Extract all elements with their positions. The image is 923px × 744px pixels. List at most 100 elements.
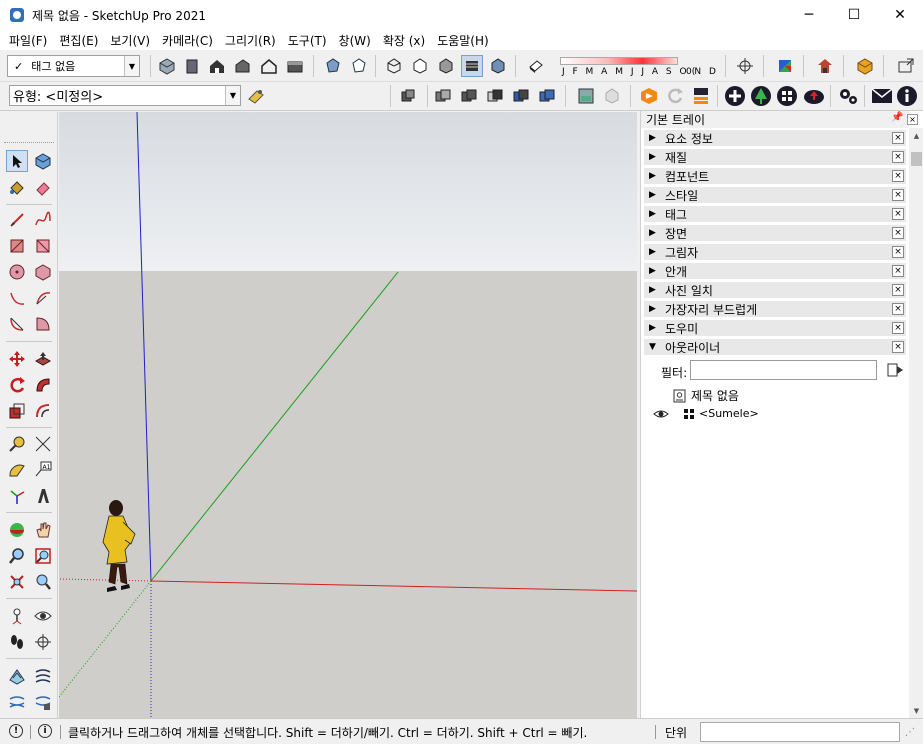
shaded-icon[interactable] bbox=[435, 55, 457, 77]
outer-shell-icon[interactable] bbox=[397, 85, 419, 107]
dimension-tool-icon[interactable] bbox=[32, 433, 54, 455]
send-to-layout-icon[interactable] bbox=[895, 55, 917, 77]
panel-entity-info[interactable]: ▶ 요소 정보 × bbox=[643, 129, 907, 147]
rotate-tool-icon[interactable] bbox=[6, 374, 28, 396]
section-plane-icon[interactable] bbox=[734, 55, 756, 77]
eraser-icon[interactable] bbox=[32, 176, 54, 198]
chevron-down-icon[interactable]: ▼ bbox=[124, 56, 139, 76]
swap-icon[interactable] bbox=[690, 85, 712, 107]
resize-grip-icon[interactable]: ⋰ bbox=[905, 727, 919, 741]
measurements-input[interactable] bbox=[700, 722, 900, 742]
make-component-icon[interactable] bbox=[32, 150, 54, 172]
monochrome-icon[interactable] bbox=[487, 55, 509, 77]
panel-close-button[interactable]: × bbox=[892, 303, 904, 315]
refresh-icon[interactable] bbox=[664, 85, 686, 107]
3d-text-icon[interactable] bbox=[32, 485, 54, 507]
terrain-icon[interactable] bbox=[750, 85, 772, 107]
zoom-window-icon[interactable] bbox=[32, 545, 54, 567]
maximize-button[interactable]: ☐ bbox=[831, 0, 877, 30]
close-button[interactable]: ✕ bbox=[877, 0, 923, 30]
select-tool-icon[interactable] bbox=[6, 150, 28, 172]
panel-close-button[interactable]: × bbox=[892, 322, 904, 334]
xray-style-icon[interactable] bbox=[322, 55, 344, 77]
back-edges-icon[interactable] bbox=[348, 55, 370, 77]
smoove-icon[interactable] bbox=[6, 691, 28, 713]
sandbox-contours-icon[interactable] bbox=[6, 665, 28, 687]
pan-tool-icon[interactable] bbox=[32, 519, 54, 541]
freehand-tool-icon[interactable] bbox=[32, 209, 54, 231]
panel-styles[interactable]: ▶ 스타일 × bbox=[643, 186, 907, 204]
panel-materials[interactable]: ▶ 재질 × bbox=[643, 148, 907, 166]
previous-view-icon[interactable] bbox=[32, 571, 54, 593]
orbit-tool-icon[interactable] bbox=[6, 519, 28, 541]
shadow-time-bar[interactable] bbox=[560, 57, 678, 65]
mail-icon[interactable] bbox=[871, 85, 893, 107]
scroll-down-icon[interactable]: ▼ bbox=[911, 705, 922, 716]
panel-outliner[interactable]: ▼ 아웃라이너 × bbox=[643, 338, 907, 356]
extension-warehouse-icon[interactable] bbox=[854, 55, 876, 77]
section-plane-tool-icon[interactable] bbox=[32, 631, 54, 653]
zoom-tool-icon[interactable] bbox=[6, 545, 28, 567]
tag-dropdown[interactable]: ✓ 태그 없음 ▼ bbox=[7, 55, 140, 77]
top-view-icon[interactable] bbox=[181, 55, 203, 77]
panel-instructor[interactable]: ▶ 도우미 × bbox=[643, 319, 907, 337]
panel-fog[interactable]: ▶ 안개 × bbox=[643, 262, 907, 280]
protractor-icon[interactable] bbox=[6, 459, 28, 481]
subtract-icon[interactable] bbox=[484, 85, 506, 107]
drawing-viewport[interactable] bbox=[59, 112, 637, 718]
menu-file[interactable]: 파일(F) bbox=[3, 32, 53, 49]
paint-bucket-icon[interactable] bbox=[6, 176, 28, 198]
panel-close-button[interactable]: × bbox=[892, 189, 904, 201]
outliner-filter-input[interactable] bbox=[690, 360, 877, 380]
wireframe-icon[interactable] bbox=[383, 55, 405, 77]
eye-icon[interactable] bbox=[653, 408, 669, 420]
menu-edit[interactable]: 편집(E) bbox=[53, 32, 104, 49]
dynamic-components-icon[interactable] bbox=[638, 85, 660, 107]
upload-cloud-icon[interactable] bbox=[803, 85, 825, 107]
menu-window[interactable]: 창(W) bbox=[333, 32, 377, 49]
zoom-extents-icon[interactable] bbox=[6, 571, 28, 593]
offset-tool-icon[interactable] bbox=[32, 400, 54, 422]
match-photo-icon[interactable] bbox=[575, 85, 597, 107]
rotated-rectangle-icon[interactable] bbox=[32, 235, 54, 257]
info-icon[interactable] bbox=[896, 85, 918, 107]
pie-tool-icon[interactable] bbox=[32, 313, 54, 335]
move-tool-icon[interactable] bbox=[6, 348, 28, 370]
front-view-icon[interactable] bbox=[206, 55, 228, 77]
text-tool-icon[interactable]: A1 bbox=[32, 459, 54, 481]
menu-tools[interactable]: 도구(T) bbox=[282, 32, 333, 49]
outliner-details-icon[interactable] bbox=[886, 361, 904, 379]
push-pull-icon[interactable] bbox=[32, 348, 54, 370]
geo-location-icon[interactable]: ! bbox=[9, 724, 23, 738]
panel-match-photo[interactable]: ▶ 사진 일치 × bbox=[643, 281, 907, 299]
panel-close-button[interactable]: × bbox=[892, 341, 904, 353]
section-fill-icon[interactable] bbox=[774, 55, 796, 77]
shadow-month-slider[interactable]: J F M A M J J A S O N D 0( bbox=[556, 55, 716, 79]
outliner-child-item[interactable]: <Sumele> bbox=[653, 407, 759, 420]
menu-help[interactable]: 도움말(H) bbox=[431, 32, 495, 49]
scale-tool-icon[interactable] bbox=[6, 400, 28, 422]
iso-view-icon[interactable] bbox=[156, 55, 178, 77]
type-dropdown[interactable]: 유형: <미정의> ▼ bbox=[9, 85, 241, 106]
geo-grid-icon[interactable] bbox=[776, 85, 798, 107]
panel-close-button[interactable]: × bbox=[892, 284, 904, 296]
toolbar-grip[interactable] bbox=[4, 142, 54, 144]
minimize-button[interactable]: ─ bbox=[786, 0, 832, 30]
walk-tool-icon[interactable] bbox=[6, 631, 28, 653]
split-icon[interactable] bbox=[536, 85, 558, 107]
panel-close-button[interactable]: × bbox=[892, 265, 904, 277]
panel-close-button[interactable]: × bbox=[892, 170, 904, 182]
left-view-icon[interactable] bbox=[284, 55, 306, 77]
panel-close-button[interactable]: × bbox=[892, 208, 904, 220]
polygon-tool-icon[interactable] bbox=[32, 261, 54, 283]
menu-view[interactable]: 보기(V) bbox=[104, 32, 156, 49]
gears-icon[interactable] bbox=[837, 85, 859, 107]
model-canvas[interactable] bbox=[59, 112, 637, 718]
shadows-toggle-icon[interactable] bbox=[525, 55, 547, 77]
panel-soften-edges[interactable]: ▶ 가장자리 부드럽게 × bbox=[643, 300, 907, 318]
pin-icon[interactable]: 📌 bbox=[891, 112, 903, 123]
tray-scrollbar[interactable]: ▲ ▼ bbox=[909, 128, 923, 718]
classifier-icon[interactable] bbox=[245, 85, 267, 107]
chevron-down-icon[interactable]: ▼ bbox=[225, 86, 240, 105]
menu-draw[interactable]: 그리기(R) bbox=[219, 32, 282, 49]
